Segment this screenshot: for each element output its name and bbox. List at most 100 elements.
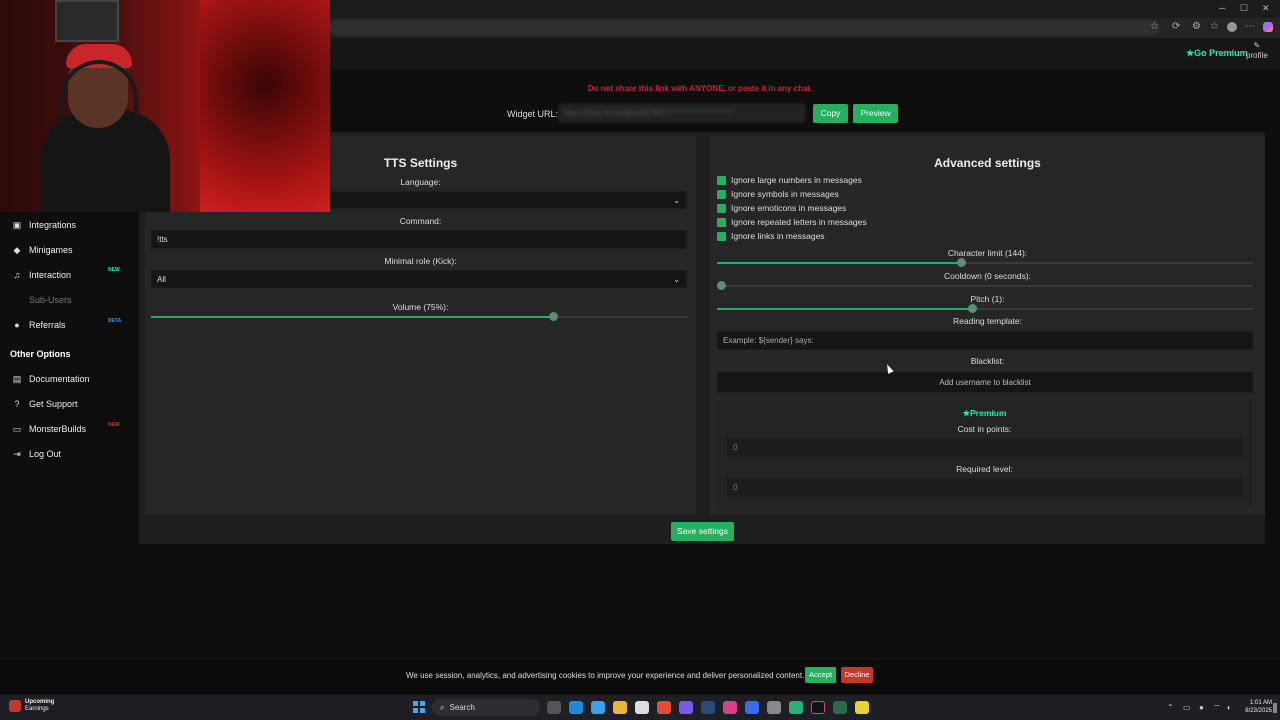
steam-icon[interactable] <box>701 701 715 714</box>
volume-icon[interactable]: ◖ <box>1226 703 1231 712</box>
instagram-icon[interactable] <box>723 701 737 714</box>
checkbox[interactable] <box>717 203 726 213</box>
required-level-input[interactable]: 0 <box>727 478 1242 497</box>
slider-track <box>717 285 1253 287</box>
save-settings-button[interactable]: Save settings <box>671 522 734 541</box>
sidebar-item-log-out[interactable]: ⇥ Log Out <box>12 447 61 461</box>
copilot-icon[interactable] <box>591 701 605 714</box>
notification-icon[interactable] <box>1273 703 1277 713</box>
sidebar-item-documentation[interactable]: ▤ Documentation <box>12 372 90 386</box>
slider-thumb[interactable] <box>968 304 978 313</box>
copilot-icon[interactable] <box>1263 22 1273 32</box>
slider-thumb[interactable] <box>717 281 726 290</box>
ignore-large-numbers-option[interactable]: Ignore large numbers in messages <box>717 175 862 185</box>
minimal-role-select[interactable]: All ⌄ <box>151 270 687 288</box>
pitch-label: Pitch (1): <box>970 294 1005 304</box>
close-icon[interactable]: ✕ <box>1262 3 1270 14</box>
checkbox[interactable] <box>717 189 726 199</box>
webcam-overlay <box>0 0 330 212</box>
accept-cookies-button[interactable]: Accept <box>805 667 836 683</box>
menu-icon[interactable]: ⋯ <box>1245 21 1255 32</box>
taskbar-search[interactable]: ⌕ Search <box>432 699 540 716</box>
file-explorer-icon[interactable] <box>613 701 627 714</box>
checkbox[interactable] <box>717 231 726 241</box>
star-icon: ★ <box>962 408 971 418</box>
store-icon[interactable] <box>635 701 649 714</box>
openai-icon[interactable] <box>767 701 781 714</box>
messenger-icon[interactable] <box>679 701 693 714</box>
app-icon[interactable] <box>745 701 759 714</box>
sticky-notes-icon[interactable] <box>855 701 869 714</box>
sidebar-item-monsterbuilds[interactable]: ▭ MonsterBuilds <box>12 422 86 436</box>
maximize-icon[interactable]: ☐ <box>1240 3 1248 14</box>
chevron-up-icon[interactable]: ⌃ <box>1167 703 1174 712</box>
decline-cookies-button[interactable]: Decline <box>841 667 873 683</box>
go-premium-label: Go Premium <box>1194 48 1248 58</box>
network-icon[interactable]: ⌔ <box>1213 703 1221 713</box>
start-icon[interactable] <box>413 701 425 713</box>
clock[interactable]: 1:01 AM 8/23/2025 <box>1242 699 1272 715</box>
new-badge: NEW <box>108 422 120 428</box>
reading-template-input[interactable]: Example: ${sender} says: <box>717 331 1253 350</box>
extension-icon[interactable]: ⚙ <box>1192 21 1201 32</box>
weather-icon[interactable] <box>9 700 21 712</box>
star-icon[interactable]: ☆ <box>1150 21 1159 32</box>
battery-icon[interactable]: ▭ <box>1183 703 1191 712</box>
sidebar-item-interaction[interactable]: ♫ Interaction <box>12 268 71 282</box>
blacklist-input[interactable]: Add username to blacklist <box>717 372 1253 393</box>
profile-link[interactable]: ✎ profile <box>1246 41 1268 61</box>
cost-in-points-label: Cost in points: <box>957 424 1012 434</box>
excel-icon[interactable] <box>833 701 847 714</box>
character-limit-slider[interactable] <box>717 258 1253 268</box>
ignore-repeated-letters-option[interactable]: Ignore repeated letters in messages <box>717 217 867 227</box>
sidebar-item-label: MonsterBuilds <box>29 424 87 434</box>
task-view-icon[interactable] <box>547 701 561 714</box>
chrome-icon[interactable] <box>657 701 671 714</box>
sidebar-item-sub-users[interactable]: Sub-Users <box>29 293 72 307</box>
cooldown-label: Cooldown (0 seconds): <box>944 271 1031 281</box>
checkbox-label: Ignore emoticons in messages <box>731 203 847 213</box>
sidebar-item-label: Sub-Users <box>29 295 72 305</box>
volume-slider[interactable] <box>151 312 687 322</box>
slider-thumb[interactable] <box>957 258 967 267</box>
favorites-icon[interactable]: ☆ <box>1210 21 1219 32</box>
edit-icon: ✎ <box>1253 41 1261 50</box>
weather-subtitle: Earnings <box>25 706 49 712</box>
command-input[interactable]: !tts <box>151 230 687 249</box>
minimize-icon[interactable]: ─ <box>1219 3 1225 13</box>
ignore-links-option[interactable]: Ignore links in messages <box>717 231 825 241</box>
pitch-slider[interactable] <box>717 304 1253 314</box>
character-limit-label: Character limit (144): <box>947 248 1028 258</box>
app-icon[interactable] <box>789 701 803 714</box>
cost-in-points-input[interactable]: 0 <box>727 438 1242 457</box>
cooldown-slider[interactable] <box>717 281 1253 291</box>
clock-date: 8/23/2025 <box>1245 708 1272 714</box>
avatar[interactable] <box>1227 22 1237 32</box>
go-premium-link[interactable]: ★Go Premium <box>1186 48 1248 59</box>
edge-icon[interactable] <box>569 701 583 714</box>
volume-thumb[interactable] <box>549 312 558 321</box>
volume-label: Volume (75%): <box>392 302 449 312</box>
ignore-symbols-option[interactable]: Ignore symbols in messages <box>717 189 839 199</box>
preview-button[interactable]: Preview <box>853 104 898 123</box>
address-bar[interactable] <box>330 20 1160 35</box>
refresh-icon[interactable]: ⟳ <box>1172 21 1180 32</box>
sidebar-item-label: Documentation <box>29 374 90 384</box>
tiktok-icon[interactable] <box>811 701 825 714</box>
checkbox[interactable] <box>717 217 726 227</box>
sidebar-item-label: Log Out <box>29 449 62 459</box>
copy-button[interactable]: Copy <box>813 104 848 123</box>
weather-widget[interactable]: Upcoming Earnings <box>25 699 54 713</box>
sidebar-item-get-support[interactable]: ? Get Support <box>12 397 77 411</box>
checkbox[interactable] <box>717 175 726 185</box>
sidebar-item-minigames[interactable]: ◆ Minigames <box>12 243 73 257</box>
microphone-icon[interactable]: ● <box>1199 703 1204 712</box>
sidebar-item-label: Minigames <box>29 245 73 255</box>
minimal-role-value: All <box>157 274 166 284</box>
ignore-emoticons-option[interactable]: Ignore emoticons in messages <box>717 203 846 213</box>
sidebar-item-referrals[interactable]: ● Referrals <box>12 318 66 332</box>
widget-url-input[interactable]: https://botrix.live/widgets/tts?bid=****… <box>559 104 805 122</box>
sidebar-item-integrations[interactable]: ▣ Integrations <box>12 218 76 232</box>
other-options-heading: Other Options <box>10 349 71 359</box>
sidebar-item-label: Referrals <box>29 320 66 330</box>
